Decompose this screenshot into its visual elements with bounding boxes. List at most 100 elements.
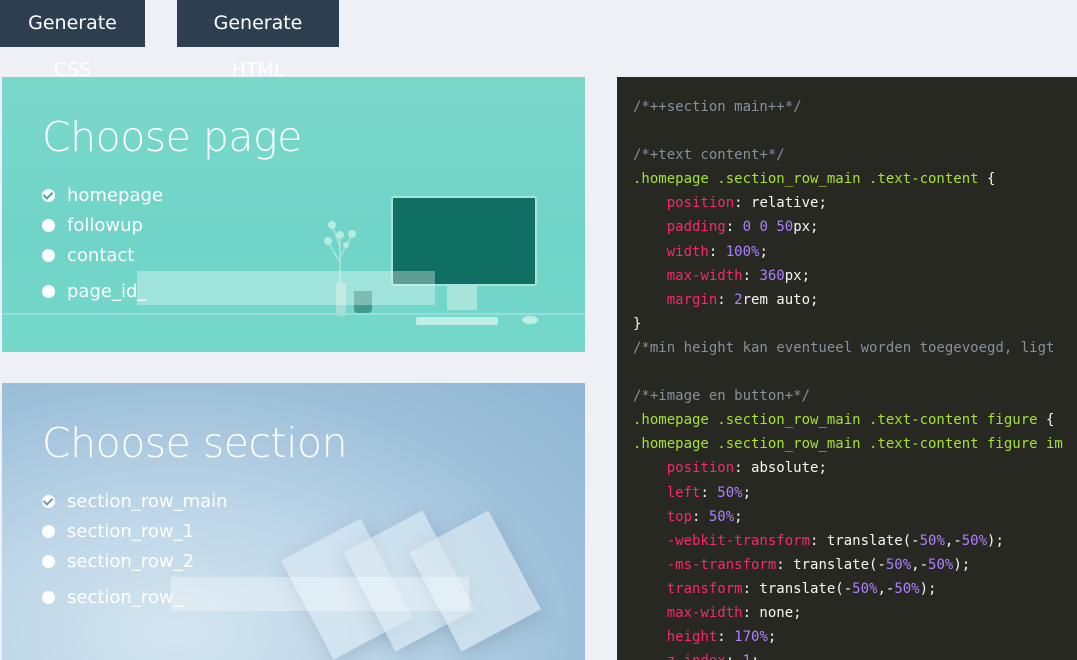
code-token-selector: .homepage .section_row_main .text-conten… bbox=[633, 412, 1047, 429]
option-label: followup bbox=[67, 215, 143, 236]
code-token-num: 1 bbox=[743, 653, 751, 660]
code-token-prop: width bbox=[666, 243, 709, 260]
code-line: width: 100%; bbox=[633, 240, 1077, 264]
code-token-num: 100% bbox=[725, 243, 760, 260]
code-line: /*++section main++*/ bbox=[633, 95, 1077, 119]
monitor-stand-illustration bbox=[447, 284, 477, 310]
code-token-text: : none; bbox=[742, 604, 802, 621]
code-token-text: : translate(- bbox=[810, 532, 920, 549]
radio-icon[interactable] bbox=[42, 285, 55, 298]
code-token-text: : bbox=[717, 291, 735, 308]
radio-icon[interactable] bbox=[42, 555, 55, 568]
code-token-comment: /*+image en button+*/ bbox=[633, 388, 811, 405]
code-token-text: : bbox=[700, 484, 718, 501]
code-line: transform: translate(-50%,-50%); bbox=[633, 577, 1077, 601]
code-line: /*+image en button+*/ bbox=[633, 384, 1077, 408]
code-block[interactable]: /*++section main++*/ /*+text content+*/.… bbox=[617, 77, 1077, 660]
code-token-num: 50% bbox=[961, 532, 988, 549]
radio-icon[interactable] bbox=[42, 525, 55, 538]
radio-icon[interactable] bbox=[42, 249, 55, 262]
code-token-text: rem auto; bbox=[742, 291, 819, 308]
radio-icon[interactable] bbox=[42, 219, 55, 232]
code-token-prop: padding bbox=[666, 219, 726, 236]
code-token-text: : bbox=[692, 508, 709, 525]
code-token-num: 2 bbox=[734, 291, 743, 308]
code-token-text: : bbox=[717, 629, 735, 646]
option-label: section_row_ bbox=[67, 587, 183, 608]
css-code-output[interactable]: /*++section main++*/ /*+text content+*/.… bbox=[617, 77, 1077, 660]
code-line: max-width: 360px; bbox=[633, 264, 1077, 288]
radio-icon[interactable] bbox=[42, 591, 55, 604]
code-token-text: : translate(- bbox=[742, 580, 853, 597]
mouse-illustration bbox=[522, 316, 538, 324]
section-id-input[interactable] bbox=[171, 577, 469, 611]
radio-checked-icon[interactable] bbox=[42, 495, 55, 508]
code-token-text: ; bbox=[734, 508, 743, 525]
code-token-num: 50% bbox=[928, 556, 954, 573]
code-line: /*min height kan eventueel worden toegev… bbox=[633, 336, 1077, 360]
code-token-text: ; bbox=[751, 653, 759, 660]
page-option-homepage[interactable]: homepage bbox=[42, 185, 163, 206]
code-token-comment: /*+text content+*/ bbox=[633, 147, 785, 164]
page-id-input[interactable] bbox=[137, 271, 435, 305]
code-line: .homepage .section_row_main .text-conten… bbox=[633, 167, 1077, 191]
option-label: section_row_2 bbox=[67, 551, 195, 572]
choose-section-title: Choose section bbox=[42, 419, 348, 467]
code-line: -webkit-transform: translate(-50%,-50%); bbox=[633, 529, 1077, 553]
page-option-followup[interactable]: followup bbox=[42, 215, 143, 236]
code-line: height: 170%; bbox=[633, 625, 1077, 649]
choose-page-title: Choose page bbox=[42, 113, 302, 161]
code-token-text: } bbox=[633, 315, 642, 332]
code-token-text: px; bbox=[784, 267, 811, 284]
page-option-page-id[interactable]: page_id_ bbox=[42, 281, 146, 302]
keyboard-illustration bbox=[416, 317, 498, 325]
code-token-num: 50% bbox=[708, 508, 735, 525]
code-token-text: { bbox=[987, 171, 996, 188]
code-token-text: : bbox=[708, 243, 726, 260]
code-token-text: : bbox=[742, 267, 760, 284]
option-label: section_row_1 bbox=[67, 521, 195, 542]
code-line: .homepage .section_row_main .text-conten… bbox=[633, 432, 1077, 456]
code-line: z-index: 1; bbox=[633, 649, 1077, 660]
code-token-text: ; bbox=[742, 484, 752, 501]
code-token-prop: position bbox=[666, 195, 735, 212]
code-token-num: 50 bbox=[776, 219, 794, 236]
code-token-prop: -ms-transform bbox=[666, 556, 777, 573]
code-line: padding: 0 0 50px; bbox=[633, 215, 1077, 239]
generate-css-button[interactable]: Generate CSS bbox=[0, 0, 145, 81]
section-option-section-row-main[interactable]: section_row_main bbox=[42, 491, 228, 512]
page-option-contact[interactable]: contact bbox=[42, 245, 134, 266]
section-option-section-row-1[interactable]: section_row_1 bbox=[42, 521, 194, 542]
code-token-num: 50% bbox=[852, 580, 878, 597]
generate-html-button[interactable]: Generate HTML bbox=[177, 0, 339, 81]
code-line: -ms-transform: translate(-50%,-50%); bbox=[633, 553, 1077, 577]
option-label: section_row_main bbox=[67, 491, 228, 512]
code-line: position: relative; bbox=[633, 191, 1077, 215]
code-token-text: ); bbox=[919, 580, 937, 597]
code-token-prop: -webkit-transform bbox=[666, 532, 811, 549]
choose-page-panel: Choose page homepage followup contact pa… bbox=[2, 77, 585, 352]
code-token-num: 50% bbox=[717, 484, 743, 501]
code-token-prop: transform bbox=[666, 580, 743, 597]
section-option-section-row-custom[interactable]: section_row_ bbox=[42, 587, 183, 608]
choose-section-panel: Choose section section_row_main section_… bbox=[2, 383, 585, 660]
code-token-text: ); bbox=[953, 556, 971, 573]
code-token-prop: top bbox=[666, 508, 693, 525]
code-token-selector: .homepage .section_row_main .text-conten… bbox=[633, 436, 1063, 453]
radio-checked-icon[interactable] bbox=[42, 189, 55, 202]
code-token-num: 360 bbox=[759, 267, 785, 284]
code-token-text: px; bbox=[793, 219, 819, 236]
code-token-comment: /*min height kan eventueel worden toegev… bbox=[633, 339, 1055, 356]
code-token-num: 170% bbox=[734, 629, 768, 646]
code-line: margin: 2rem auto; bbox=[633, 288, 1077, 312]
code-line: .homepage .section_row_main .text-conten… bbox=[633, 408, 1077, 432]
section-option-section-row-2[interactable]: section_row_2 bbox=[42, 551, 194, 572]
